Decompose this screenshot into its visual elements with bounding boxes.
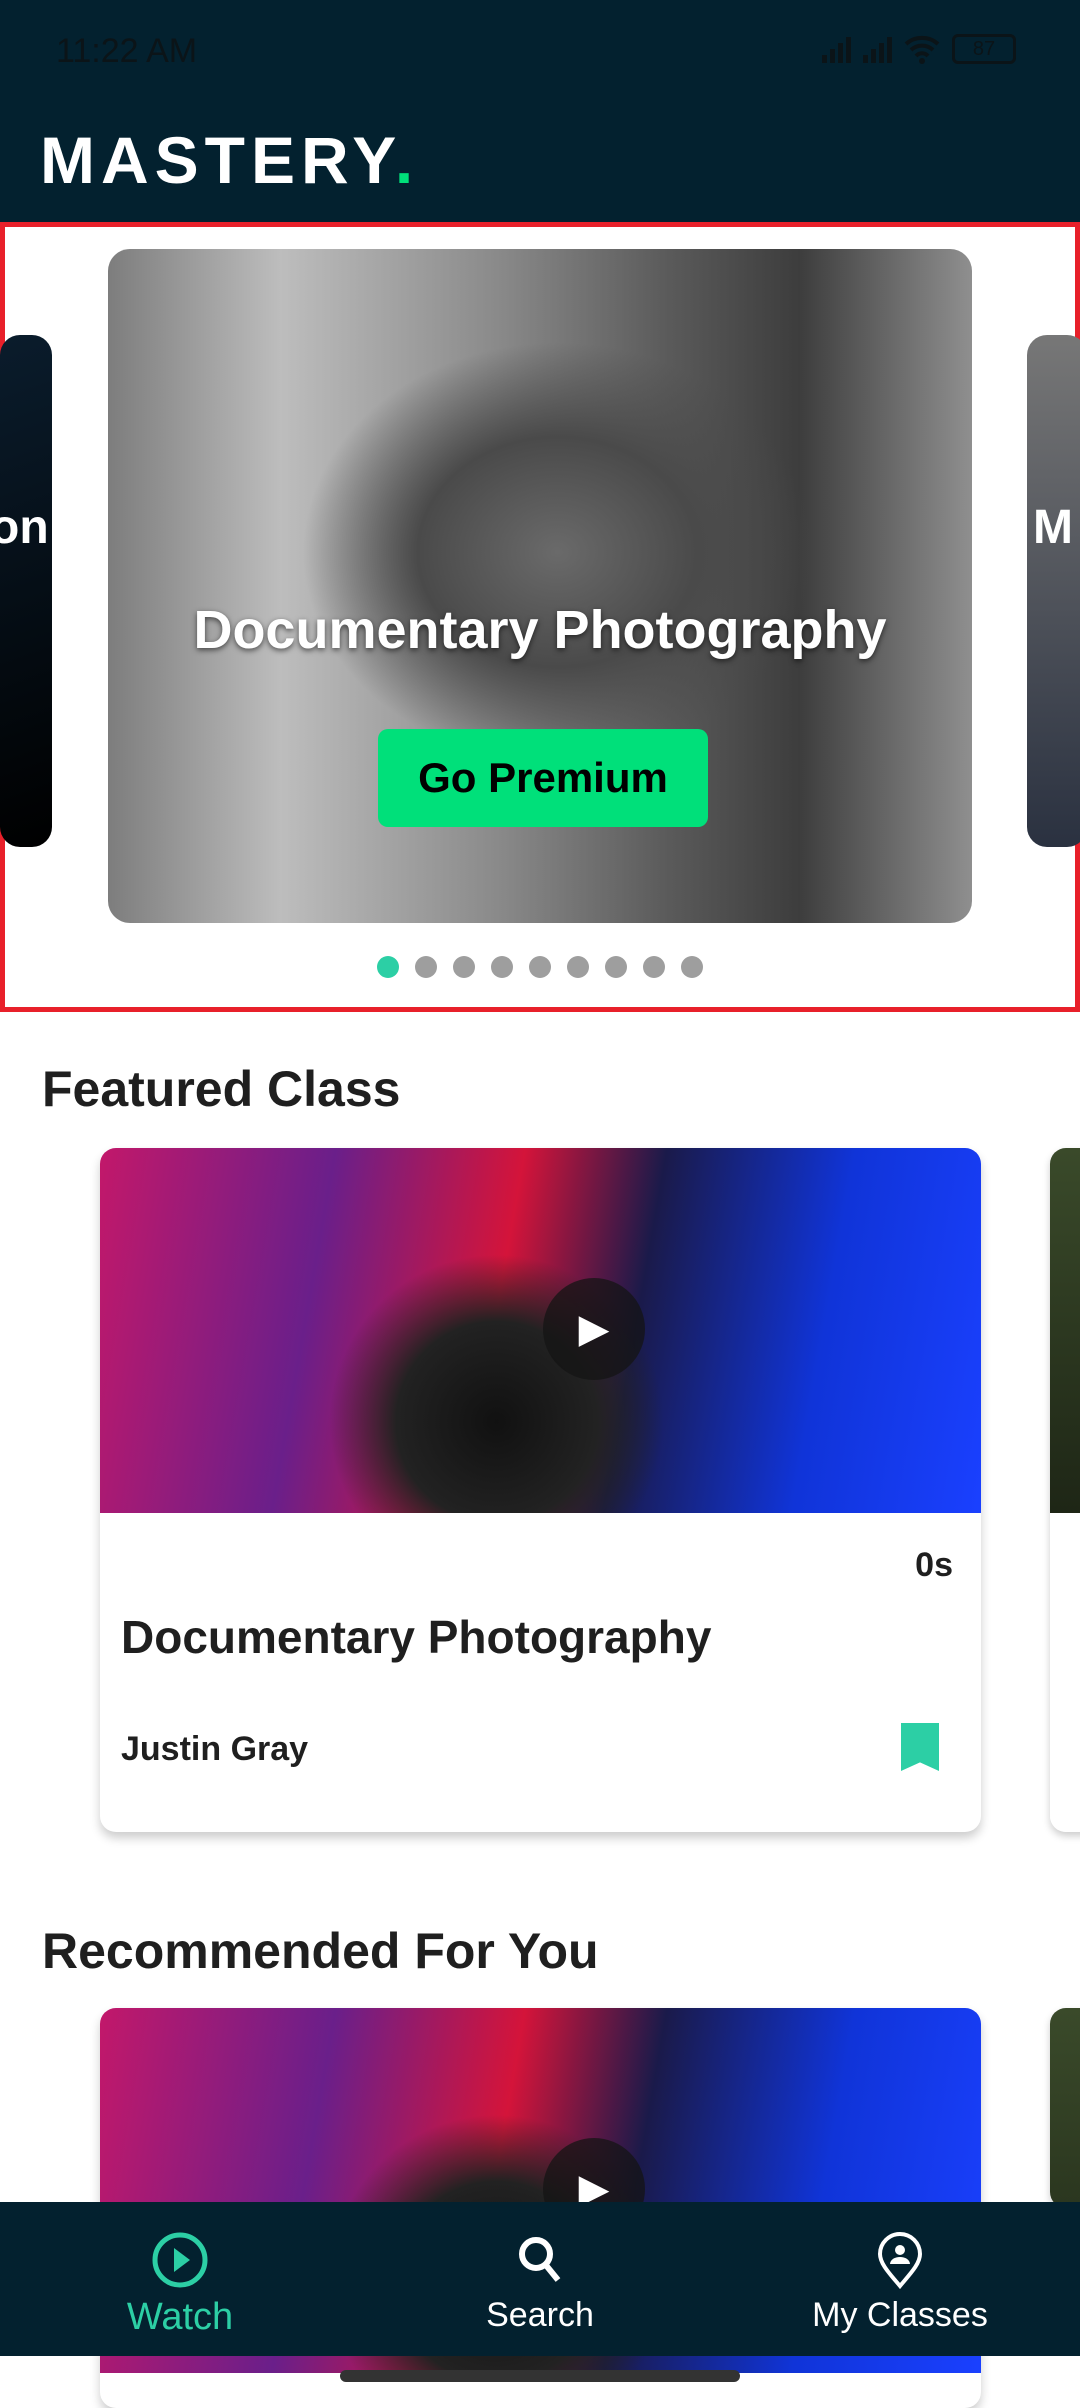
- wifi-icon: [904, 35, 940, 64]
- signal-icon-2: [863, 35, 892, 63]
- prev-card-title: on: [0, 501, 49, 554]
- recommended-title: Recommended For You: [42, 1923, 599, 1979]
- nav-watch[interactable]: Watch: [0, 2202, 360, 2356]
- class-title: Documentary Photography: [121, 1611, 712, 1663]
- hero-carousel[interactable]: on Documentary Photography Go Premium M: [0, 222, 1080, 1012]
- signal-icon: [822, 35, 851, 63]
- carousel-dot[interactable]: [377, 956, 399, 978]
- app-header: 11:22 AM 87 MASTERY.: [0, 0, 1080, 222]
- carousel-dot[interactable]: [415, 956, 437, 978]
- carousel-dot[interactable]: [681, 956, 703, 978]
- carousel-dot[interactable]: [491, 956, 513, 978]
- battery-icon: 87: [952, 34, 1016, 64]
- home-indicator[interactable]: [340, 2370, 740, 2382]
- bookmark-icon[interactable]: [901, 1723, 939, 1771]
- nav-my-classes[interactable]: My Classes: [720, 2202, 1080, 2356]
- carousel-dot[interactable]: [605, 956, 627, 978]
- nav-search-label: Search: [486, 2296, 594, 2334]
- class-author: Justin Gray: [121, 1730, 309, 1768]
- carousel-dot[interactable]: [529, 956, 551, 978]
- carousel-dot[interactable]: [453, 956, 475, 978]
- next-card-title: M: [1033, 501, 1073, 554]
- play-icon[interactable]: ▶: [543, 1278, 645, 1380]
- status-icons: 87: [822, 34, 1016, 64]
- carousel-dot[interactable]: [643, 956, 665, 978]
- next-recommended-card[interactable]: [1050, 2008, 1080, 2208]
- nav-watch-label: Watch: [126, 2296, 234, 2338]
- bottom-nav: Watch Search My Classes: [0, 2202, 1080, 2356]
- logo: MASTERY.: [40, 123, 420, 197]
- class-thumbnail: ▶: [100, 1148, 981, 1513]
- search-icon: [519, 2237, 561, 2282]
- carousel-dot[interactable]: [567, 956, 589, 978]
- carousel-next-card[interactable]: M: [1027, 335, 1080, 847]
- class-duration: 0s: [915, 1546, 953, 1584]
- carousel-prev-card[interactable]: on: [0, 335, 52, 847]
- nav-search[interactable]: Search: [360, 2202, 720, 2356]
- location-person-icon: [877, 2232, 923, 2290]
- carousel-dots: [5, 956, 1075, 978]
- status-time: 11:22 AM: [56, 32, 198, 70]
- featured-class-card[interactable]: ▶ 0s Documentary Photography Justin Gray: [100, 1148, 981, 1832]
- nav-my-classes-label: My Classes: [812, 2296, 988, 2334]
- hero-title: Documentary Photography: [193, 600, 887, 660]
- featured-class-title: Featured Class: [42, 1061, 401, 1117]
- carousel-main-card[interactable]: Documentary Photography Go Premium: [108, 249, 972, 923]
- play-circle-icon: [152, 2232, 208, 2288]
- next-featured-card[interactable]: [1050, 1148, 1080, 1832]
- go-premium-button[interactable]: Go Premium: [378, 729, 708, 827]
